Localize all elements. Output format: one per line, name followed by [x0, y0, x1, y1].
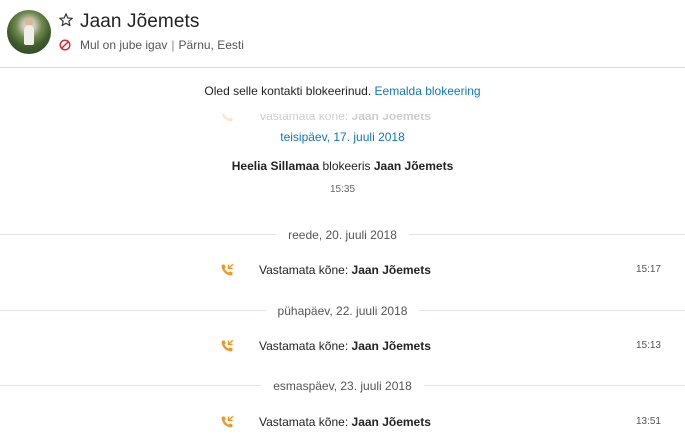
- avatar[interactable]: [7, 10, 51, 54]
- call-text: Vastamata kõne: Jaan Jõemets: [259, 339, 431, 353]
- caller-name: Jaan Jõemets: [351, 415, 431, 429]
- system-message: Heelia Sillamaa blokeeris Jaan Jõemets: [0, 159, 685, 173]
- date-label: esmaspäev, 23. juuli 2018: [261, 379, 424, 393]
- date-label: teisipäev, 17. juuli 2018: [268, 130, 417, 144]
- missed-call-icon: [221, 415, 234, 428]
- list-item[interactable]: Vastamata kõne: Jaan Jõemets 13:51: [0, 414, 685, 432]
- conversation-header: Jaan Jõemets Mul on jube igav | Pärnu, Ees…: [0, 0, 685, 68]
- call-text: Vastamata kõne: Jaan Jõemets: [259, 263, 431, 277]
- call-time: 15:17: [635, 264, 661, 275]
- system-message-time: 15:35: [329, 184, 356, 195]
- target-name: Jaan Jõemets: [373, 159, 454, 173]
- date-label: reede, 20. juuli 2018: [276, 228, 409, 242]
- missed-call-icon: [221, 114, 233, 122]
- list-item[interactable]: Vastamata kõne: Jaan Jõemets 15:17: [0, 262, 685, 280]
- call-label: Vastamata kõne:: [259, 339, 349, 353]
- missed-call-icon: [221, 263, 234, 276]
- call-text: Vastamata kõne: Jaan Jõemets: [259, 114, 431, 123]
- list-item: Vastamata kõne: Jaan Jõemets: [0, 114, 685, 126]
- missed-call-icon: [221, 339, 234, 352]
- call-label: Vastamata kõne:: [259, 263, 349, 277]
- date-separator: teisipäev, 17. juuli 2018: [0, 128, 685, 144]
- star-icon[interactable]: [58, 12, 74, 28]
- call-time: 13:51: [635, 416, 661, 427]
- actor-name: Heelia Sillamaa: [231, 159, 320, 173]
- contact-name[interactable]: Jaan Jõemets: [80, 11, 200, 33]
- mood-message: Mul on jube igav: [80, 38, 168, 52]
- date-separator: reede, 20. juuli 2018: [0, 226, 685, 242]
- caller-name: Jaan Jõemets: [351, 263, 431, 277]
- call-label: Vastamata kõne:: [259, 415, 349, 429]
- blocked-notice: Oled selle kontakti blokeerinud. Eemalda…: [0, 68, 685, 114]
- call-time: 15:13: [635, 340, 661, 351]
- unblock-link[interactable]: Eemalda blokeering: [375, 84, 481, 98]
- status-separator: |: [171, 38, 175, 52]
- caller-name: Jaan Jõemets: [351, 114, 431, 123]
- event-verb: blokeeris: [322, 159, 371, 173]
- list-item[interactable]: Vastamata kõne: Jaan Jõemets 15:13: [0, 338, 685, 356]
- blocked-message: Oled selle kontakti blokeerinud.: [204, 84, 372, 98]
- call-text: Vastamata kõne: Jaan Jõemets: [259, 415, 431, 429]
- caller-name: Jaan Jõemets: [351, 339, 431, 353]
- date-separator: pühapäev, 22. juuli 2018: [0, 302, 685, 318]
- contact-location: Pärnu, Eesti: [178, 38, 244, 52]
- date-separator: esmaspäev, 23. juuli 2018: [0, 377, 685, 393]
- contact-status: Mul on jube igav | Pärnu, Eesti: [80, 38, 244, 52]
- message-history[interactable]: Vastamata kõne: Jaan Jõemets teisipäev, …: [0, 114, 685, 436]
- call-label: Vastamata kõne:: [259, 114, 349, 123]
- blocked-icon: [59, 39, 71, 51]
- avatar-figure: [24, 25, 34, 45]
- date-label: pühapäev, 22. juuli 2018: [265, 304, 420, 318]
